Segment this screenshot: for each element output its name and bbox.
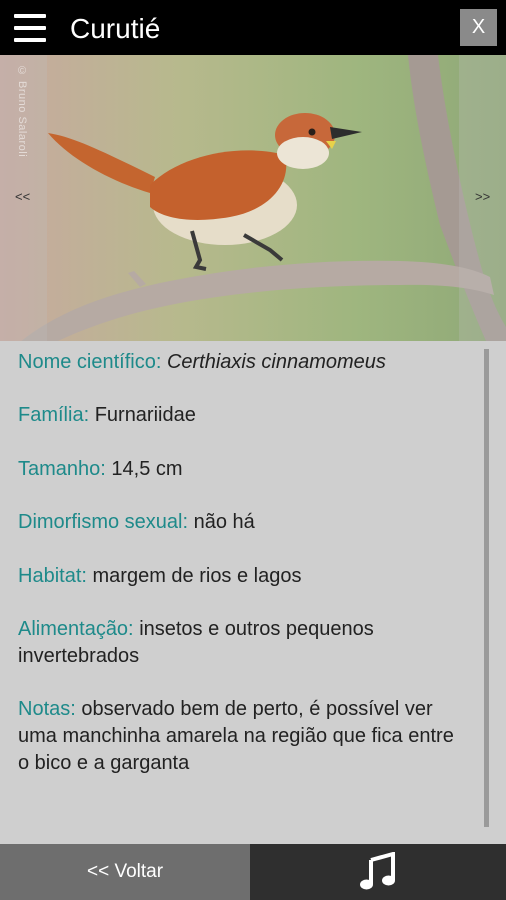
scientific-name-value: Certhiaxis cinnamomeus — [166, 351, 386, 373]
bird-photo-image — [0, 55, 506, 341]
size-row: Tamanho: 14,5 cm — [18, 456, 463, 483]
size-value: 14,5 cm — [111, 458, 183, 480]
dimorphism-row: Dimorfismo sexual: não há — [18, 509, 463, 536]
scientific-name-row: Nome científico: Certhiaxis cinnamomeus — [18, 349, 463, 376]
habitat-row: Habitat: margem de rios e lagos — [18, 563, 463, 590]
notes-row: Notas: observado bem de perto, é possíve… — [18, 696, 463, 777]
family-label: Família: — [18, 404, 90, 426]
photo-credit: © Bruno Salaroli — [16, 65, 28, 158]
back-button[interactable]: << Voltar — [0, 844, 250, 900]
family-value: Furnariidae — [94, 404, 196, 426]
page-title: Curutié — [70, 13, 161, 44]
dimorphism-value: não há — [193, 511, 255, 533]
music-note-icon — [360, 852, 395, 890]
feeding-row: Alimentação: insetos e outros pequenos i… — [18, 616, 463, 670]
size-label: Tamanho: — [18, 458, 106, 480]
habitat-label: Habitat: — [18, 565, 87, 587]
scientific-name-label: Nome científico: — [18, 351, 162, 373]
bird-info-panel: Nome científico: Certhiaxis cinnamomeus … — [0, 341, 506, 844]
play-sound-button[interactable] — [250, 844, 506, 900]
next-photo-button[interactable]: >> — [475, 189, 490, 204]
dimorphism-label: Dimorfismo sexual: — [18, 511, 189, 533]
habitat-value: margem de rios e lagos — [92, 565, 302, 587]
prev-photo-button[interactable]: << — [15, 189, 30, 204]
hamburger-menu-icon[interactable] — [14, 12, 46, 44]
feeding-label: Alimentação: — [18, 618, 134, 640]
notes-value: observado bem de perto, é possível ver u… — [18, 698, 454, 774]
close-button[interactable]: X — [460, 9, 497, 46]
scrollbar[interactable] — [484, 349, 489, 827]
top-bar: Curutié X — [0, 0, 506, 55]
bottom-bar: << Voltar — [0, 844, 506, 900]
bird-photo: © Bruno Salaroli << >> — [0, 55, 506, 341]
family-row: Família: Furnariidae — [18, 402, 463, 429]
notes-label: Notas: — [18, 698, 76, 720]
